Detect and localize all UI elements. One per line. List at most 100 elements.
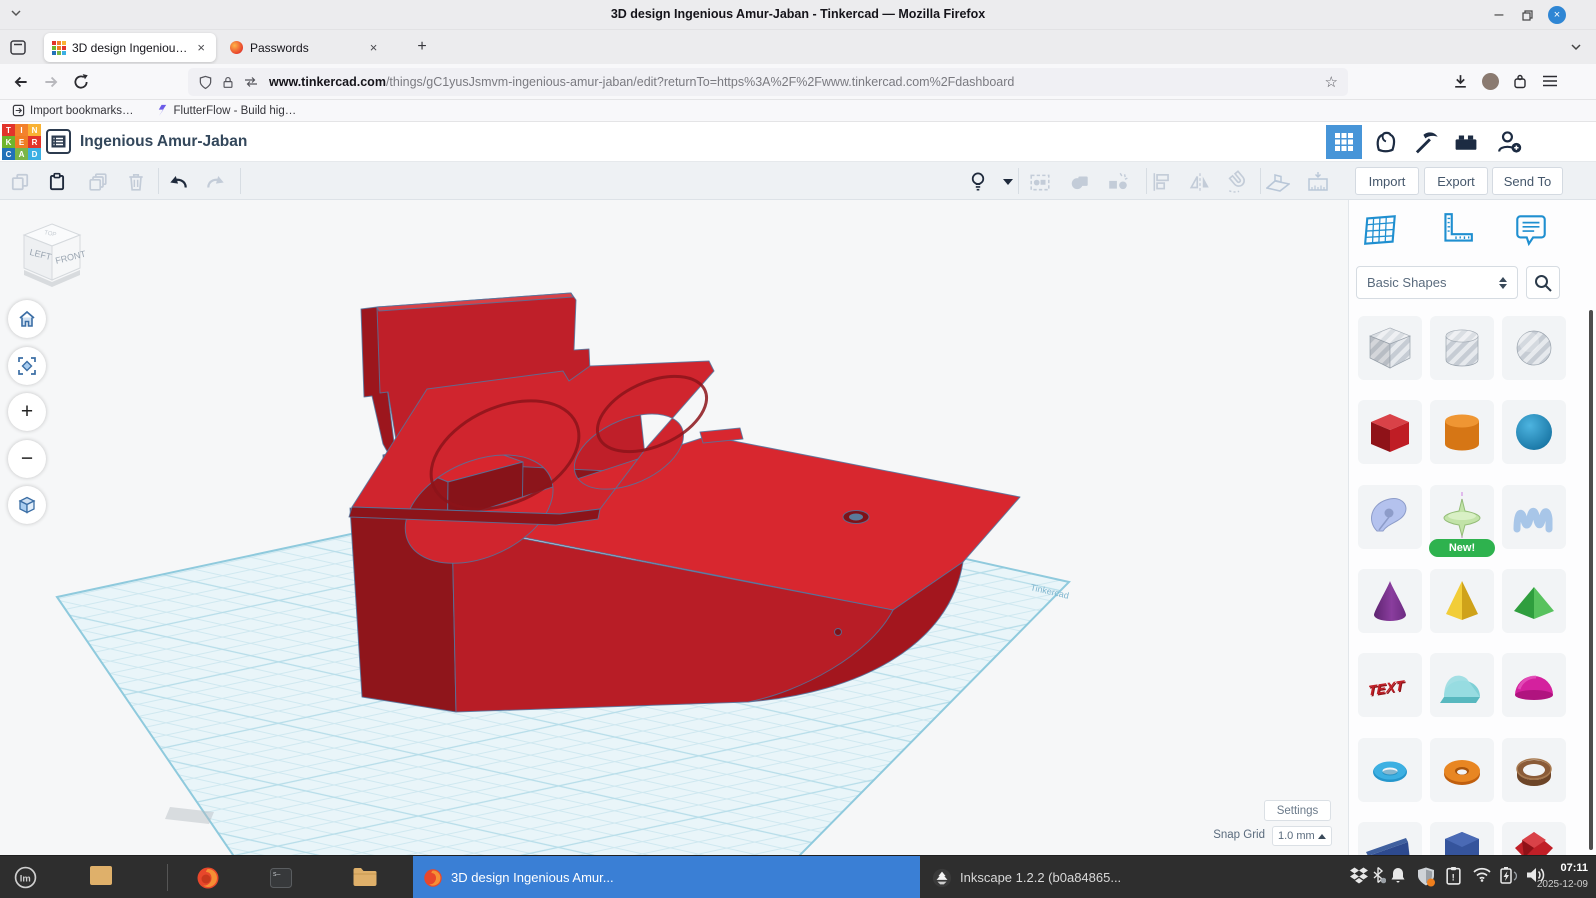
viewport-canvas[interactable]: Tinkercad <box>0 200 1348 855</box>
firefox-view-icon[interactable] <box>8 37 28 57</box>
restore-button[interactable] <box>1516 5 1538 25</box>
shape-tile-paraboloid[interactable] <box>1502 653 1566 717</box>
forward-icon[interactable] <box>42 73 60 91</box>
shape-tile-box[interactable] <box>1358 400 1422 464</box>
undo-icon[interactable] <box>166 170 190 194</box>
design-grid-button[interactable] <box>1326 125 1362 159</box>
duplicate-icon[interactable] <box>86 170 110 194</box>
tracking-shield-icon[interactable] <box>198 75 213 90</box>
send-to-button[interactable]: Send To <box>1492 167 1563 195</box>
bookmark-import[interactable]: Import bookmarks… <box>12 104 134 117</box>
extensions-icon[interactable] <box>1512 73 1528 90</box>
taskbar-inkscape-window[interactable]: Inkscape 1.2.2 (b0a84865... <box>922 856 1334 898</box>
shape-tile-half-cylinder[interactable] <box>1430 653 1494 717</box>
design-menu-button[interactable] <box>46 129 71 154</box>
mirror-icon[interactable] <box>1188 170 1212 194</box>
mint-menu-button[interactable]: lm <box>14 866 37 889</box>
shape-tile-donut[interactable] <box>1430 738 1494 802</box>
tray-bluetooth[interactable] <box>1370 866 1386 884</box>
tab-workplane[interactable] <box>1359 208 1403 252</box>
lock-icon[interactable] <box>221 75 235 90</box>
back-icon[interactable] <box>12 73 30 91</box>
shape-tile-cylinder[interactable] <box>1430 400 1494 464</box>
zoom-out-button[interactable]: − <box>8 440 46 478</box>
show-all-icon[interactable] <box>966 170 990 194</box>
firefox-launcher[interactable] <box>196 866 220 890</box>
tray-wifi[interactable] <box>1472 866 1492 882</box>
show-desktop-button[interactable] <box>90 866 112 885</box>
shape-tile-pyramid[interactable] <box>1430 569 1494 633</box>
reload-icon[interactable] <box>72 73 90 91</box>
shape-tile-sphere[interactable] <box>1502 400 1566 464</box>
tab-passwords[interactable]: Passwords × <box>222 33 398 62</box>
shape-tile-text[interactable]: TEXTTEXT <box>1358 653 1422 717</box>
tab-notes[interactable] <box>1509 208 1553 252</box>
shape-tile-scribble[interactable] <box>1502 485 1566 549</box>
group-select-icon[interactable] <box>1028 170 1052 194</box>
export-button[interactable]: Export <box>1424 167 1488 195</box>
show-all-dropdown-icon[interactable] <box>996 170 1020 194</box>
zoom-in-button[interactable]: + <box>8 393 46 431</box>
shape-tile-hole-sphere[interactable] <box>1502 316 1566 380</box>
shape-tile-hole-cylinder[interactable] <box>1430 316 1494 380</box>
redo-icon[interactable] <box>204 170 228 194</box>
bookmark-star-icon[interactable]: ☆ <box>1325 73 1338 91</box>
fit-view-button[interactable] <box>8 347 46 385</box>
profile-avatar[interactable] <box>1482 73 1499 90</box>
tinkercad-logo[interactable]: TINKERCAD <box>2 124 41 160</box>
home-view-button[interactable] <box>8 300 46 338</box>
ungroup-icon[interactable] <box>1106 170 1130 194</box>
new-tab-button[interactable]: + <box>410 35 434 59</box>
design-title[interactable]: Ingenious Amur-Jaban <box>80 133 247 151</box>
tab-tinkercad[interactable]: 3D design Ingenious Amur-J × <box>44 33 216 62</box>
delete-icon[interactable] <box>124 170 148 194</box>
lego-button[interactable] <box>1448 125 1484 159</box>
align-icon[interactable] <box>1150 170 1174 194</box>
tab-ruler[interactable] <box>1434 208 1478 252</box>
import-button[interactable]: Import <box>1355 167 1419 195</box>
workplane-tool-icon[interactable] <box>1266 170 1290 194</box>
menu-hamburger-icon[interactable] <box>1542 74 1558 88</box>
minecraft-button[interactable] <box>1408 125 1444 159</box>
group-icon[interactable] <box>1068 170 1092 194</box>
taskbar-clock[interactable]: 07:11 2025-12-09 <box>1537 860 1588 892</box>
shape-search-button[interactable] <box>1526 266 1560 299</box>
view-cube[interactable]: TOP LEFT FRONT <box>14 218 94 298</box>
settings-button[interactable]: Settings <box>1264 800 1331 821</box>
tab-close-icon[interactable]: × <box>367 40 381 55</box>
bookmark-flutterflow[interactable]: FlutterFlow - Build hig… <box>156 104 297 117</box>
taskbar-active-window[interactable]: 3D design Ingenious Amur... <box>413 856 920 898</box>
shape-category-dropdown[interactable]: Basic Shapes <box>1356 266 1518 299</box>
sim-lab-button[interactable] <box>1368 125 1404 159</box>
minimize-button[interactable]: – <box>1488 5 1510 25</box>
magnet-icon[interactable] <box>1226 170 1250 194</box>
shape-tile-torus[interactable] <box>1358 738 1422 802</box>
share-button[interactable] <box>1492 125 1528 159</box>
tray-battery[interactable] <box>1498 866 1518 884</box>
terminal-launcher[interactable]: s– <box>269 866 293 890</box>
files-launcher[interactable] <box>352 866 377 888</box>
shape-tile-cone[interactable] <box>1358 569 1422 633</box>
copy-icon[interactable] <box>8 170 32 194</box>
shape-tile-extrusion[interactable] <box>1358 485 1422 549</box>
perspective-button[interactable] <box>8 486 46 524</box>
list-all-tabs-icon[interactable] <box>1570 43 1582 51</box>
tray-security[interactable] <box>1415 866 1437 888</box>
tray-notifications[interactable] <box>1390 866 1406 884</box>
paste-icon[interactable] <box>45 170 69 194</box>
shape-tile-tube[interactable] <box>1502 738 1566 802</box>
panel-scrollbar[interactable] <box>1589 310 1593 850</box>
snap-grid-dropdown[interactable]: 1.0 mm <box>1272 826 1332 846</box>
close-button[interactable]: × <box>1546 5 1568 25</box>
ruler-tool-icon[interactable] <box>1306 170 1330 194</box>
snap-grid-spinner-icon[interactable] <box>1318 834 1326 839</box>
downloads-icon[interactable] <box>1452 73 1469 90</box>
tray-dropbox[interactable] <box>1350 866 1368 884</box>
shape-tile-roof[interactable] <box>1502 569 1566 633</box>
permissions-icon[interactable] <box>243 75 259 89</box>
tab-close-icon[interactable]: × <box>194 40 208 55</box>
shape-tile-hole-box[interactable] <box>1358 316 1422 380</box>
toolbar-separator <box>1146 168 1147 194</box>
url-bar[interactable]: www.tinkercad.com/things/gC1yusJsmvm-ing… <box>188 68 1348 96</box>
tray-clipboard[interactable]: ! <box>1445 866 1462 885</box>
